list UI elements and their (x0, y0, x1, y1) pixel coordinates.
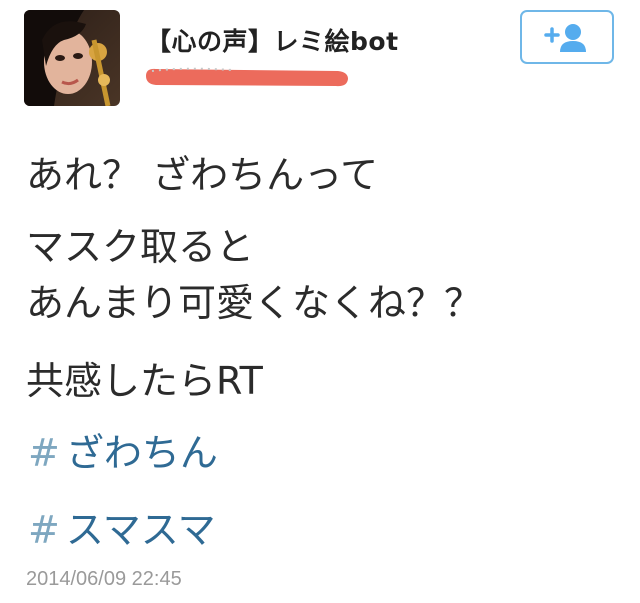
follow-button[interactable] (520, 10, 614, 64)
tweet-text-line: 共感したらRT (26, 359, 263, 403)
avatar[interactable] (24, 10, 120, 106)
tweet-text-line: あんまり可愛くなくね？？ (26, 281, 483, 325)
hashtag-link[interactable]: # ざわちん (28, 428, 218, 478)
add-user-icon (544, 24, 586, 52)
timestamp[interactable]: 2014/06/09 22:45 (26, 568, 182, 591)
hashtag-text: スマスマ (65, 508, 216, 552)
display-name[interactable]: 【心の声】レミ絵bot (146, 22, 399, 58)
hash-symbol: # (28, 508, 60, 552)
hashtag-text: ざわちん (65, 431, 218, 475)
hash-symbol: # (28, 431, 60, 475)
redaction-mark (146, 67, 348, 87)
tweet-text-line: あれ？ ざわちんって (26, 153, 379, 197)
hashtag-link[interactable]: # スマスマ (28, 505, 216, 555)
profile-photo (24, 10, 120, 106)
tweet-text-line: マスク取ると (26, 225, 255, 269)
